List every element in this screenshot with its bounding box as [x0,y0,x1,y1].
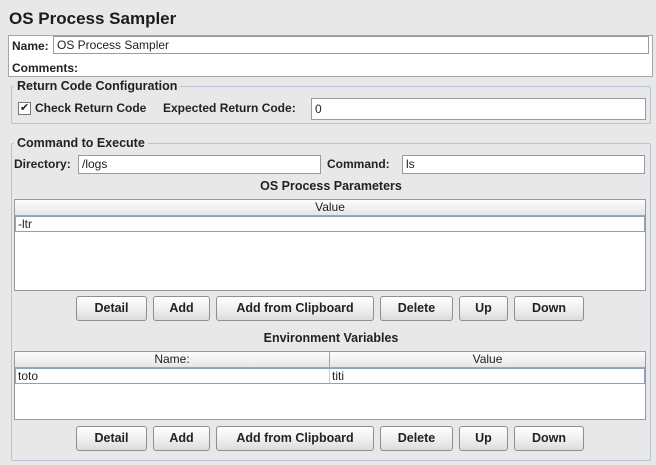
command-label: Command: [327,157,390,171]
expected-return-code-input[interactable]: 0 [311,98,646,120]
env-delete-button[interactable]: Delete [380,426,453,451]
command-input[interactable]: ls [402,155,645,174]
name-label: Name: [12,39,49,53]
params-down-button[interactable]: Down [514,296,584,321]
table-row[interactable]: toto titi [15,368,645,384]
env-header-name[interactable]: Name: [15,352,330,368]
env-add-button[interactable]: Add [153,426,210,451]
comments-input[interactable] [88,58,648,75]
env-title: Environment Variables [263,331,399,345]
return-code-legend: Return Code Configuration [14,79,181,93]
params-header-value[interactable]: Value [15,200,645,216]
params-title: OS Process Parameters [260,179,402,193]
env-add-from-clipboard-button[interactable]: Add from Clipboard [216,426,374,451]
env-cell-value[interactable]: titi [330,369,644,383]
env-down-button[interactable]: Down [514,426,584,451]
checkmark-icon: ✔ [19,102,30,114]
comments-label: Comments: [12,61,79,75]
directory-input[interactable]: /logs [78,155,321,174]
env-up-button[interactable]: Up [459,426,508,451]
table-row[interactable]: -ltr [15,216,645,232]
params-add-button[interactable]: Add [153,296,210,321]
check-return-code-label[interactable]: Check Return Code [35,101,146,115]
env-table[interactable]: Name: Value toto titi [14,351,646,420]
params-table[interactable]: Value -ltr [14,199,646,291]
params-delete-button[interactable]: Delete [380,296,453,321]
name-input[interactable]: OS Process Sampler [53,36,649,54]
check-return-code-checkbox[interactable]: ✔ [18,102,31,115]
env-detail-button[interactable]: Detail [76,426,147,451]
directory-label: Directory: [14,157,71,171]
params-detail-button[interactable]: Detail [76,296,147,321]
params-cell-value[interactable]: -ltr [16,217,644,231]
env-header-value[interactable]: Value [330,352,645,368]
page-title: OS Process Sampler [9,9,177,28]
params-up-button[interactable]: Up [459,296,508,321]
params-add-from-clipboard-button[interactable]: Add from Clipboard [216,296,374,321]
env-cell-name[interactable]: toto [16,369,330,383]
expected-return-code-label: Expected Return Code: [163,101,296,115]
command-legend: Command to Execute [14,136,148,150]
